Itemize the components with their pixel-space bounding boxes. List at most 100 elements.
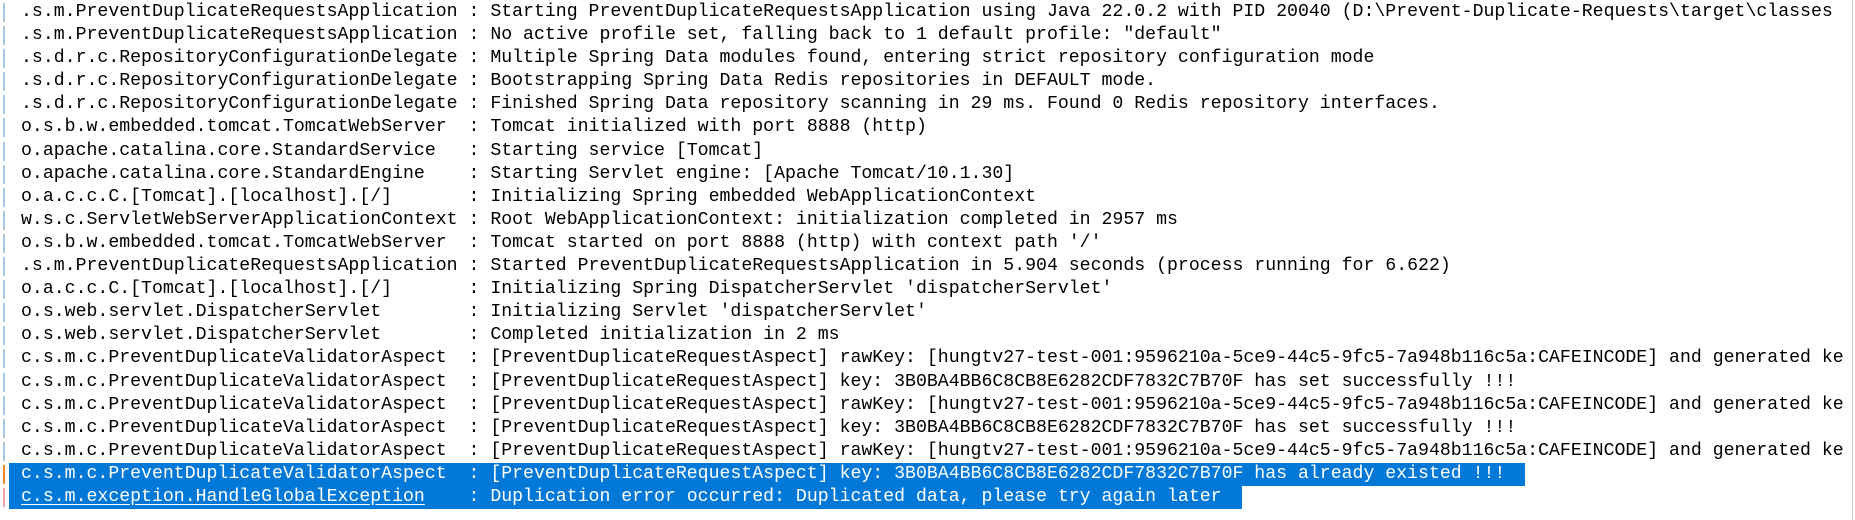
log-line-content: c.s.m.c.PreventDuplicateValidatorAspect …	[21, 371, 1516, 394]
log-line-content: .s.m.PreventDuplicateRequestsApplication…	[21, 24, 1222, 47]
gutter-marker	[3, 487, 5, 507]
gutter-marker	[3, 26, 5, 46]
log-message: Finished Spring Data repository scanning…	[490, 94, 1440, 115]
log-line[interactable]: o.a.c.c.C.[Tomcat].[localhost].[/] : Ini…	[0, 186, 1851, 209]
logger-name: .s.d.r.c.RepositoryConfigurationDelegate	[21, 47, 458, 70]
log-message: Initializing Spring embedded WebApplicat…	[490, 186, 1037, 207]
log-message: Initializing Servlet 'dispatcherServlet'	[490, 302, 927, 323]
gutter-marker	[3, 210, 5, 230]
log-line-content: o.s.web.servlet.DispatcherServlet : Comp…	[21, 324, 840, 347]
logger-text: o.s.web.servlet.DispatcherServlet	[21, 302, 382, 323]
logger-name: o.apache.catalina.core.StandardEngine	[21, 163, 458, 186]
gutter-marker	[3, 3, 5, 22]
log-line[interactable]: c.s.m.exception.HandleGlobalException : …	[0, 485, 1851, 510]
log-line[interactable]: o.apache.catalina.core.StandardEngine : …	[0, 163, 1851, 186]
log-line[interactable]: c.s.m.c.PreventDuplicateValidatorAspect …	[0, 347, 1851, 370]
separator: :	[457, 140, 491, 161]
log-line[interactable]: c.s.m.c.PreventDuplicateValidatorAspect …	[0, 394, 1851, 417]
log-line-content: c.s.m.c.PreventDuplicateValidatorAspect …	[21, 347, 1844, 370]
separator: :	[457, 440, 491, 461]
logger-text: c.s.m.c.PreventDuplicateValidatorAspect	[21, 417, 447, 438]
separator: :	[457, 394, 491, 415]
separator: :	[457, 186, 491, 207]
logger-text: c.s.m.c.PreventDuplicateValidatorAspect	[21, 394, 447, 415]
log-message: Started PreventDuplicateRequestsApplicat…	[490, 256, 1451, 277]
log-line[interactable]: o.s.b.w.embedded.tomcat.TomcatWebServer …	[0, 232, 1851, 255]
log-line-content: c.s.m.c.PreventDuplicateValidatorAspect …	[21, 440, 1844, 463]
logger-name: .s.d.r.c.RepositoryConfigurationDelegate	[21, 70, 458, 93]
log-line[interactable]: o.a.c.c.C.[Tomcat].[localhost].[/] : Ini…	[0, 278, 1851, 301]
log-message: Tomcat initialized with port 8888 (http)	[490, 117, 927, 138]
separator: :	[457, 25, 491, 46]
gutter-marker	[3, 233, 5, 253]
separator: :	[457, 232, 491, 253]
separator: :	[457, 348, 491, 369]
logger-name: .s.d.r.c.RepositoryConfigurationDelegate	[21, 93, 458, 116]
gutter-marker	[3, 280, 5, 300]
log-line-content: c.s.m.c.PreventDuplicateValidatorAspect …	[21, 394, 1844, 417]
separator: :	[457, 302, 491, 323]
separator: :	[457, 94, 491, 115]
separator: :	[457, 325, 491, 346]
log-line-content: o.a.c.c.C.[Tomcat].[localhost].[/] : Ini…	[21, 278, 1112, 301]
log-line[interactable]: o.s.b.w.embedded.tomcat.TomcatWebServer …	[0, 116, 1851, 139]
separator: :	[457, 209, 491, 230]
log-message: Completed initialization in 2 ms	[490, 325, 840, 346]
logger-text[interactable]: c.s.m.exception.HandleGlobalException	[21, 487, 425, 507]
console-output[interactable]: .s.m.PreventDuplicateRequestsApplication…	[0, 1, 1851, 520]
gutter-marker	[3, 257, 5, 277]
log-line[interactable]: .s.m.PreventDuplicateRequestsApplication…	[0, 1, 1851, 24]
logger-name: o.s.b.w.embedded.tomcat.TomcatWebServer	[21, 232, 458, 255]
logger-name: .s.m.PreventDuplicateRequestsApplication	[21, 255, 458, 278]
gutter-marker	[3, 303, 5, 323]
log-message: Starting service [Tomcat]	[490, 140, 764, 161]
logger-name: .s.m.PreventDuplicateRequestsApplication	[21, 24, 458, 47]
gutter-marker	[3, 72, 5, 92]
log-line[interactable]: o.apache.catalina.core.StandardService :…	[0, 140, 1851, 163]
log-line-content: .s.d.r.c.RepositoryConfigurationDelegate…	[21, 93, 1440, 116]
logger-text: c.s.m.c.PreventDuplicateValidatorAspect	[21, 440, 447, 461]
log-line[interactable]: o.s.web.servlet.DispatcherServlet : Init…	[0, 301, 1851, 324]
log-line[interactable]: .s.d.r.c.RepositoryConfigurationDelegate…	[0, 70, 1851, 93]
log-line[interactable]: c.s.m.c.PreventDuplicateValidatorAspect …	[0, 417, 1851, 440]
separator: :	[457, 256, 491, 277]
separator: :	[457, 279, 491, 300]
log-line[interactable]: .s.m.PreventDuplicateRequestsApplication…	[0, 255, 1851, 278]
gutter-marker	[3, 49, 5, 69]
log-line[interactable]: c.s.m.c.PreventDuplicateValidatorAspect …	[0, 371, 1851, 394]
log-line[interactable]: c.s.m.c.PreventDuplicateValidatorAspect …	[0, 440, 1851, 463]
logger-text: .s.m.PreventDuplicateRequestsApplication	[21, 2, 458, 22]
logger-name: c.s.m.c.PreventDuplicateValidatorAspect	[21, 440, 458, 463]
log-line[interactable]: .s.d.r.c.RepositoryConfigurationDelegate…	[0, 93, 1851, 116]
logger-name: c.s.m.c.PreventDuplicateValidatorAspect	[21, 347, 458, 370]
log-line[interactable]: o.s.web.servlet.DispatcherServlet : Comp…	[0, 324, 1851, 347]
gutter-marker	[3, 464, 5, 484]
log-line-content: o.apache.catalina.core.StandardEngine : …	[21, 163, 1014, 186]
gutter-marker	[3, 441, 5, 461]
logger-name[interactable]: c.s.m.exception.HandleGlobalException	[21, 486, 458, 509]
log-line-content: o.apache.catalina.core.StandardService :…	[21, 140, 763, 163]
log-message: [PreventDuplicateRequestAspect] key: 3B0…	[490, 463, 1506, 484]
logger-name: c.s.m.c.PreventDuplicateValidatorAspect	[21, 463, 458, 486]
logger-text: .s.d.r.c.RepositoryConfigurationDelegate	[21, 94, 458, 115]
gutter-marker	[3, 395, 5, 415]
log-line-content: .s.m.PreventDuplicateRequestsApplication…	[21, 255, 1451, 278]
logger-name: c.s.m.c.PreventDuplicateValidatorAspect	[21, 417, 458, 440]
log-line-content: c.s.m.exception.HandleGlobalException : …	[9, 485, 1242, 510]
logger-text: o.a.c.c.C.[Tomcat].[localhost].[/]	[21, 186, 393, 207]
gutter-marker	[3, 418, 5, 438]
logger-text: .s.d.r.c.RepositoryConfigurationDelegate	[21, 48, 458, 69]
log-line[interactable]: .s.d.r.c.RepositoryConfigurationDelegate…	[0, 47, 1851, 70]
log-line[interactable]: w.s.c.ServletWebServerApplicationContext…	[0, 209, 1851, 232]
log-line-content: .s.m.PreventDuplicateRequestsApplication…	[21, 1, 1833, 24]
log-message: Tomcat started on port 8888 (http) with …	[490, 232, 1102, 253]
logger-text: .s.m.PreventDuplicateRequestsApplication	[21, 25, 458, 46]
log-line[interactable]: .s.m.PreventDuplicateRequestsApplication…	[0, 24, 1851, 47]
log-line[interactable]: c.s.m.c.PreventDuplicateValidatorAspect …	[0, 462, 1851, 486]
logger-text: o.apache.catalina.core.StandardService	[21, 140, 436, 161]
console-right-border	[1852, 0, 1853, 520]
logger-name: o.apache.catalina.core.StandardService	[21, 140, 458, 163]
log-message: [PreventDuplicateRequestAspect] rawKey: …	[490, 394, 1844, 415]
gutter-marker	[3, 326, 5, 346]
logger-text: c.s.m.c.PreventDuplicateValidatorAspect	[21, 348, 447, 369]
